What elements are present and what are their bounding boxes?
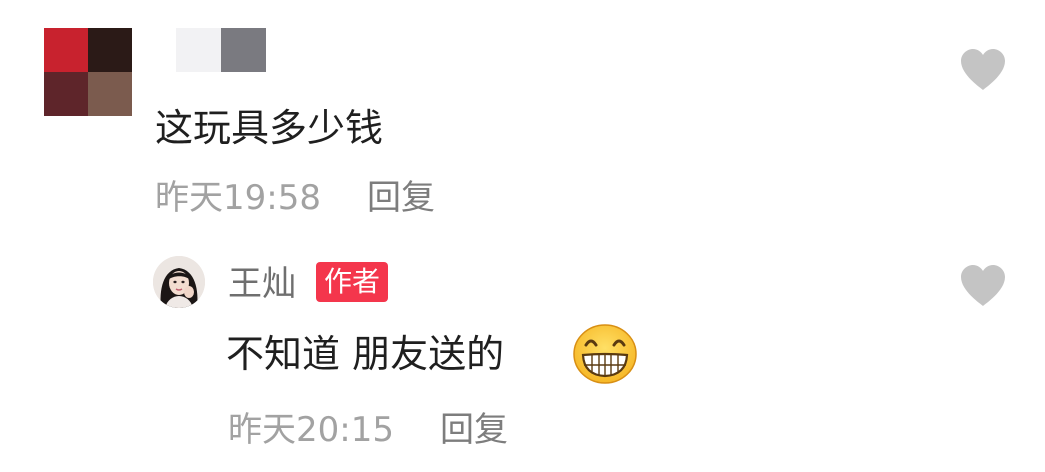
author-avatar[interactable] (153, 256, 205, 308)
avatar-mosaic-tile (44, 72, 88, 116)
avatar-mosaic-tile (88, 72, 132, 116)
author-username[interactable]: 王灿 (228, 260, 296, 308)
reply-text: 不知道 朋友送的 (226, 332, 505, 376)
reply-reply-button[interactable]: 回复 (440, 406, 508, 454)
reply-timestamp: 昨天20:15 (228, 410, 394, 450)
comment-text: 这玩具多少钱 (155, 106, 384, 150)
username-mosaic-tile (176, 28, 221, 72)
comment-meta: 昨天19:58 回复 (155, 174, 435, 222)
heart-icon[interactable] (959, 48, 1007, 92)
avatar-mosaic-tile (88, 28, 132, 72)
comment-reply-button[interactable]: 回复 (367, 174, 435, 222)
profile-photo-icon (153, 256, 205, 308)
comment-timestamp: 昨天19:58 (155, 178, 321, 218)
username-mosaic-tile (221, 28, 266, 72)
grinning-face-emoji-icon (573, 324, 637, 384)
reply-meta: 昨天20:15 回复 (228, 406, 508, 454)
avatar-mosaic-tile (44, 28, 88, 72)
commenter-avatar[interactable] (44, 28, 132, 116)
commenter-username-redacted[interactable] (176, 28, 266, 72)
heart-icon[interactable] (959, 264, 1007, 308)
author-badge: 作者 (316, 262, 389, 302)
